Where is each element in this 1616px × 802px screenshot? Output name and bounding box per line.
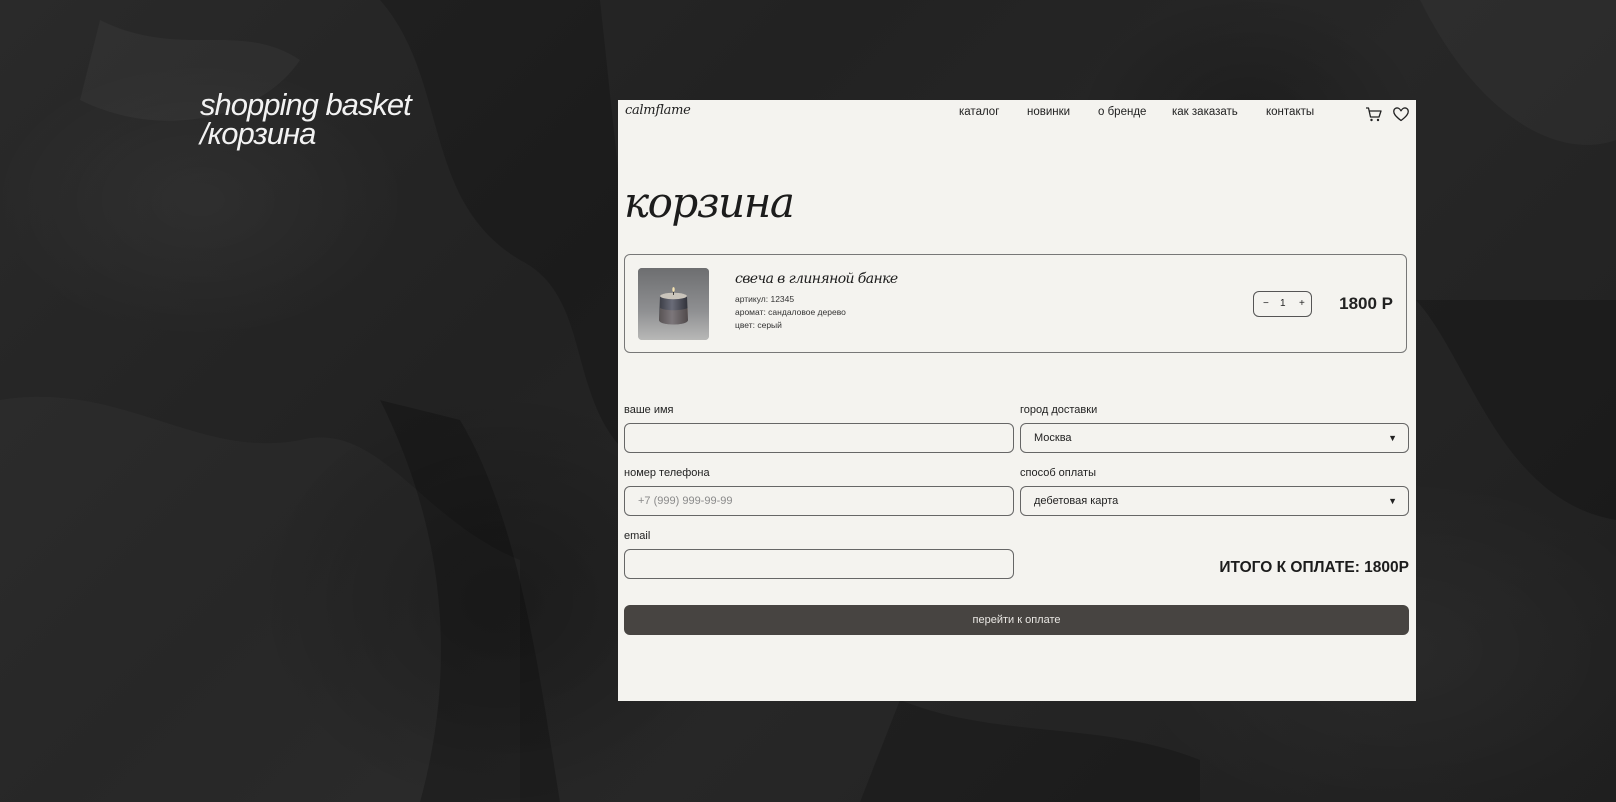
nav-item-new[interactable]: новинки: [1027, 106, 1070, 118]
quantity-value: 1: [1280, 298, 1286, 309]
name-label: ваше имя: [624, 404, 674, 416]
city-label: город доставки: [1020, 404, 1098, 416]
email-label: email: [624, 530, 651, 542]
nav-item-about[interactable]: о бренде: [1098, 106, 1146, 118]
payment-select-value: дебетовая карта: [1034, 495, 1119, 507]
cart-item: свеча в глиняной банке артикул: 12345 ар…: [624, 254, 1407, 353]
decrease-button[interactable]: −: [1263, 298, 1269, 309]
page-title: корзина: [624, 178, 795, 227]
cart-icon[interactable]: [1365, 105, 1383, 123]
checkout-button[interactable]: перейти к оплате: [624, 605, 1409, 635]
shop-page: calmflame каталог новинки о бренде как з…: [618, 100, 1416, 701]
name-field[interactable]: [624, 423, 1014, 453]
dropdown-arrow-icon: ▼: [1388, 433, 1397, 443]
phone-label: номер телефона: [624, 467, 710, 479]
heart-icon[interactable]: [1392, 105, 1410, 123]
dropdown-arrow-icon: ▼: [1388, 496, 1397, 506]
increase-button[interactable]: +: [1299, 298, 1305, 309]
order-total: ИТОГО К ОПЛАТЕ: 1800Р: [1219, 559, 1409, 576]
city-select[interactable]: Москва ▼: [1020, 423, 1409, 453]
quantity-stepper: − 1 +: [1253, 291, 1312, 317]
product-article: артикул: 12345: [735, 294, 795, 304]
email-field[interactable]: [624, 549, 1014, 579]
showcase-title-line2: /корзина: [200, 116, 316, 151]
item-price: 1800 Р: [1339, 294, 1393, 313]
payment-select[interactable]: дебетовая карта ▼: [1020, 486, 1409, 516]
showcase-title-line1: shopping basket: [200, 87, 412, 122]
nav-item-contacts[interactable]: контакты: [1266, 106, 1314, 118]
product-color: цвет: серый: [735, 320, 782, 330]
product-name[interactable]: свеча в глиняной банке: [735, 271, 898, 287]
phone-field[interactable]: [624, 486, 1014, 516]
product-aroma: аромат: сандаловое дерево: [735, 307, 846, 317]
logo[interactable]: calmflame: [625, 103, 691, 118]
city-select-value: Москва: [1034, 432, 1072, 444]
nav-item-catalog[interactable]: каталог: [959, 106, 999, 118]
showcase-title: shopping basket /корзина: [200, 87, 412, 151]
nav-item-how-to-order[interactable]: как заказать: [1172, 106, 1238, 118]
site-header: calmflame каталог новинки о бренде как з…: [618, 100, 1416, 128]
candle-jar-icon: [638, 268, 709, 340]
product-image[interactable]: [638, 268, 709, 340]
payment-label: способ оплаты: [1020, 467, 1096, 479]
